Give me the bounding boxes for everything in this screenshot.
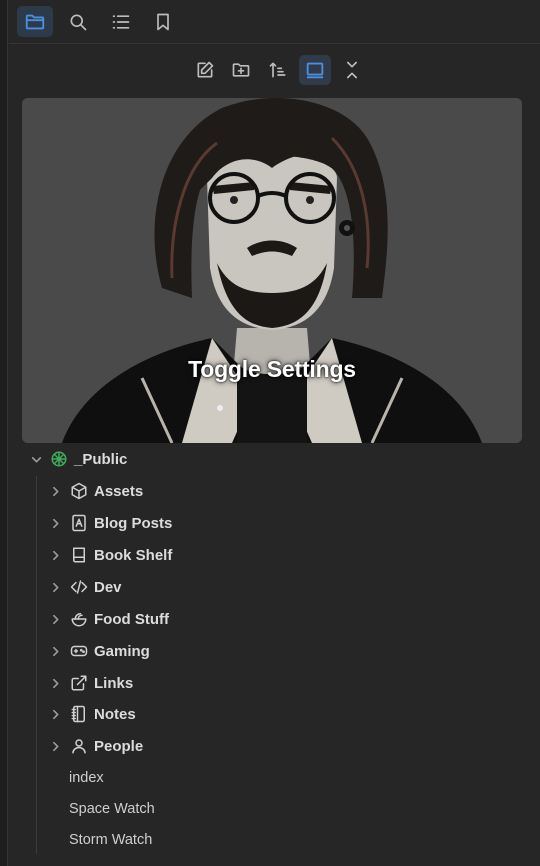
new-folder-button[interactable] [225, 55, 257, 85]
outline-tab[interactable] [103, 6, 139, 37]
tree-folder-label: Food Stuff [94, 611, 169, 628]
portrait-illustration [22, 98, 522, 443]
chevron-right-icon [48, 612, 62, 626]
files-tab[interactable] [17, 6, 53, 37]
chevron-right-icon [48, 580, 62, 594]
code-icon [70, 578, 88, 596]
file-nav-actions [9, 45, 540, 95]
bookmarks-tab[interactable] [145, 6, 181, 37]
gamepad-icon [70, 642, 88, 660]
tree-file-label: index [69, 770, 104, 786]
tree-folder-label: Book Shelf [94, 547, 173, 564]
tree-folder-food-stuff[interactable]: Food Stuff [0, 604, 540, 634]
new-note-button[interactable] [189, 55, 221, 85]
tree-folder-label: Dev [94, 579, 122, 596]
external-link-icon [70, 674, 88, 692]
book-icon [70, 546, 88, 564]
sidebar-tab-bar [9, 0, 540, 44]
tree-folder-public[interactable]: _Public [0, 444, 540, 474]
search-tab[interactable] [60, 6, 96, 37]
new-folder-icon [232, 63, 250, 77]
toggle-settings-label: Toggle Settings [188, 356, 356, 382]
tree-folder-label: Assets [94, 483, 144, 500]
new-note-icon [197, 61, 214, 78]
tree-file-space-watch[interactable]: Space Watch [0, 794, 540, 824]
tree-folder-assets[interactable]: Assets [0, 476, 540, 506]
tree-folder-label: Links [94, 675, 134, 692]
list-icon [112, 14, 130, 29]
chevron-right-icon [48, 516, 62, 530]
tree-folder-book-shelf[interactable]: Book Shelf [0, 540, 540, 570]
tree-folder-label: Gaming [94, 643, 150, 660]
chevron-right-icon [48, 548, 62, 562]
auto-reveal-button[interactable] [299, 55, 331, 85]
auto-reveal-icon [306, 62, 324, 79]
notebook-icon [70, 705, 88, 723]
tree-file-storm-watch[interactable]: Storm Watch [0, 825, 540, 855]
collapse-all-icon [347, 61, 357, 79]
chevron-right-icon [48, 676, 62, 690]
tree-folder-gaming[interactable]: Gaming [0, 636, 540, 666]
tree-file-label: Storm Watch [69, 832, 153, 848]
chevron-right-icon [48, 707, 62, 721]
tree-file-label: Space Watch [69, 801, 155, 817]
box-icon [70, 482, 88, 500]
tree-folder-people[interactable]: People [0, 731, 540, 761]
banner-image[interactable]: Toggle Settings [22, 98, 522, 443]
vault-icon [50, 450, 68, 468]
tree-folder-dev[interactable]: Dev [0, 572, 540, 602]
chevron-right-icon [48, 644, 62, 658]
tree-folder-label: Notes [94, 706, 136, 723]
food-icon [70, 610, 88, 628]
folder-icon [25, 14, 45, 29]
blog-icon [70, 514, 88, 532]
tree-folder-blog-posts[interactable]: Blog Posts [0, 508, 540, 538]
chevron-down-icon [29, 452, 43, 466]
sort-button[interactable] [262, 55, 294, 85]
tree-folder-label: People [94, 738, 144, 755]
tree-folder-notes[interactable]: Notes [0, 699, 540, 729]
tree-folder-label: _Public [74, 451, 128, 468]
tree-folder-links[interactable]: Links [0, 668, 540, 698]
chevron-right-icon [48, 484, 62, 498]
search-icon [70, 14, 87, 30]
collapse-all-button[interactable] [336, 55, 368, 85]
person-icon [70, 737, 88, 755]
sort-icon [269, 62, 286, 78]
bookmark-icon [157, 13, 169, 30]
chevron-right-icon [48, 739, 62, 753]
tree-file-index[interactable]: index [0, 763, 540, 793]
tree-folder-label: Blog Posts [94, 515, 173, 532]
